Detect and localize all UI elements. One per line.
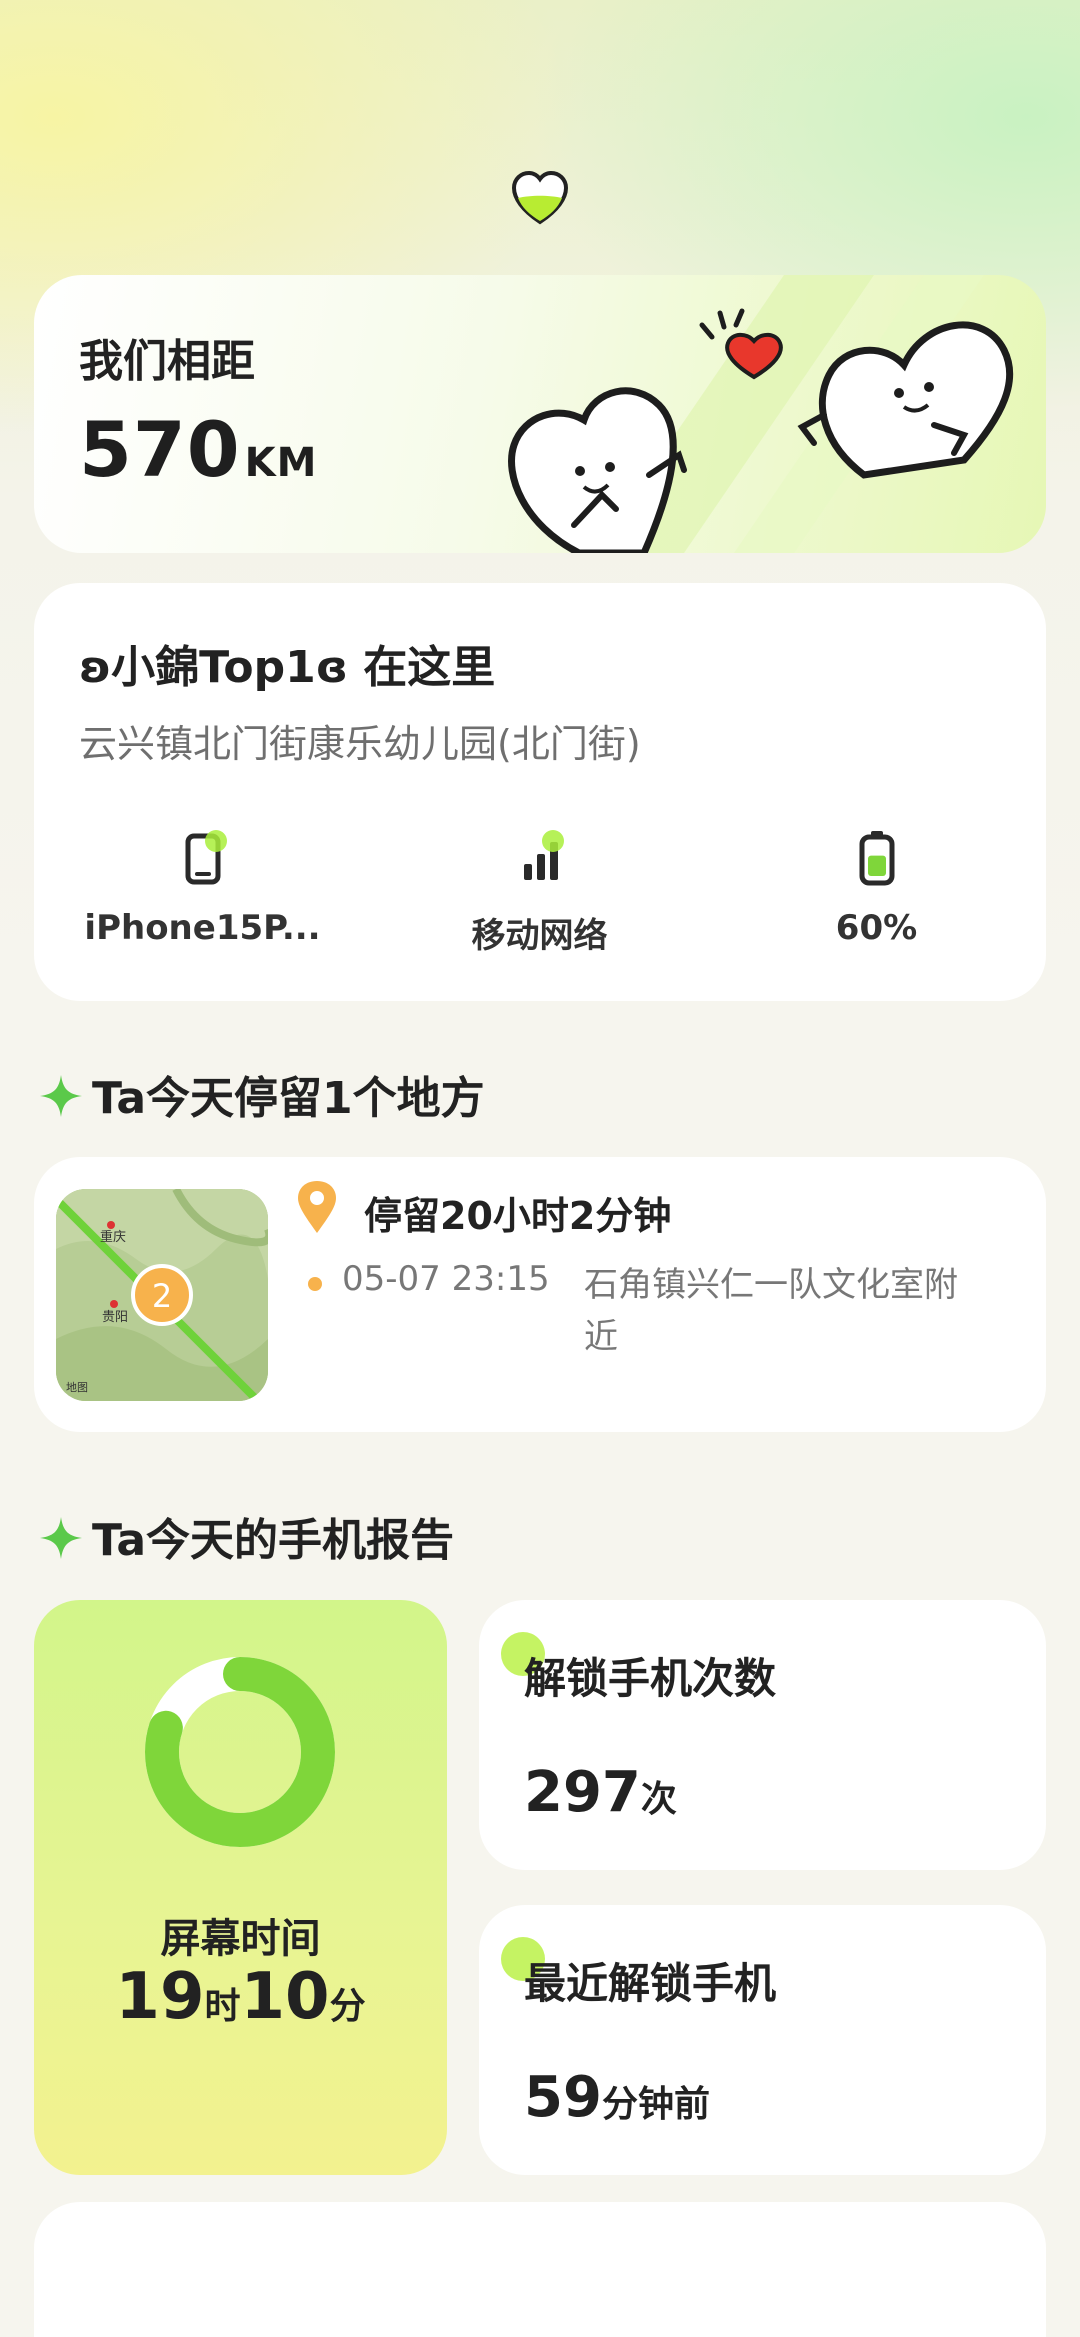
report-section-title: Ta今天的手机报告	[38, 1504, 454, 1572]
svg-text:地图: 地图	[66, 1381, 88, 1394]
device-name: iPhone15P...	[84, 908, 321, 948]
stay-time: 05-07 23:15	[342, 1259, 550, 1299]
screen-time-hours: 19	[115, 1960, 205, 2034]
svg-text:2: 2	[152, 1277, 172, 1315]
map-city-label: 重庆	[100, 1229, 126, 1245]
sparkle-icon	[38, 1073, 84, 1130]
location-address: 云兴镇北门街康乐幼儿园(北门街)	[79, 722, 641, 766]
screen-time-value: 19时10分	[34, 1960, 447, 2034]
unlock-count-card[interactable]: 解锁手机次数 297次	[479, 1600, 1046, 1870]
places-section-text: Ta今天停留1个地方	[92, 1073, 485, 1124]
last-unlock-card[interactable]: 最近解锁手机 59分钟前	[479, 1905, 1046, 2175]
app-logo-icon	[510, 168, 570, 228]
location-title: ʚ小錦Top1ɞ 在这里	[79, 642, 496, 693]
next-card-partial	[34, 2202, 1046, 2337]
distance-number: 570	[79, 405, 241, 494]
distance-value: 570 KM	[79, 405, 317, 494]
hours-unit: 时	[204, 1986, 241, 2027]
signal-icon	[510, 828, 570, 888]
places-section-title: Ta今天停留1个地方	[38, 1062, 485, 1130]
location-card[interactable]: ʚ小錦Top1ɞ 在这里 云兴镇北门街康乐幼儿园(北门街) iPhone15P.…	[34, 583, 1046, 1001]
sparkle-icon	[38, 1515, 84, 1572]
hearts-illustration-icon	[508, 308, 1014, 553]
last-unlock-label: 最近解锁手机	[524, 1959, 777, 2008]
minutes-unit: 分	[329, 1986, 366, 2027]
last-unlock-number: 59	[524, 2065, 602, 2130]
device-stat: iPhone15P...	[34, 828, 371, 948]
battery-level: 60%	[835, 908, 918, 948]
battery-stat: 60%	[708, 828, 1045, 948]
phone-icon	[173, 828, 233, 888]
stay-duration: 停留20小时2分钟	[364, 1194, 672, 1238]
network-stat: 移动网络	[371, 828, 708, 957]
last-unlock-value: 59分钟前	[524, 2065, 710, 2130]
distance-label: 我们相距	[79, 336, 255, 387]
screen-time-minutes: 10	[240, 1960, 330, 2034]
unlock-count-label: 解锁手机次数	[524, 1654, 777, 1703]
map-thumbnail[interactable]: 重庆 贵阳 2 地图	[56, 1189, 268, 1401]
screen-time-ring	[145, 1657, 335, 1847]
stay-place: 石角镇兴仁一队文化室附近	[584, 1265, 958, 1357]
distance-unit: KM	[244, 440, 318, 486]
report-section-text: Ta今天的手机报告	[92, 1515, 455, 1566]
unlock-count-number: 297	[524, 1760, 641, 1825]
unlock-count-value: 297次	[524, 1760, 677, 1825]
screen-time-card[interactable]: 屏幕时间 19时10分	[34, 1600, 447, 2175]
unlock-count-unit: 次	[640, 1779, 677, 1820]
stay-card[interactable]: 重庆 贵阳 2 地图 停留20小时2分钟 05-07 23:15 石角镇兴仁一队…	[34, 1157, 1046, 1432]
last-unlock-unit: 分钟前	[601, 2084, 710, 2125]
network-type: 移动网络	[471, 916, 608, 956]
timeline-dot	[308, 1277, 322, 1291]
screen-time-label: 屏幕时间	[160, 1916, 321, 1962]
battery-icon	[847, 828, 907, 888]
svg-text:贵阳: 贵阳	[102, 1310, 128, 1325]
location-pin-icon	[296, 1179, 338, 1239]
distance-card: 我们相距 570 KM	[34, 275, 1046, 553]
